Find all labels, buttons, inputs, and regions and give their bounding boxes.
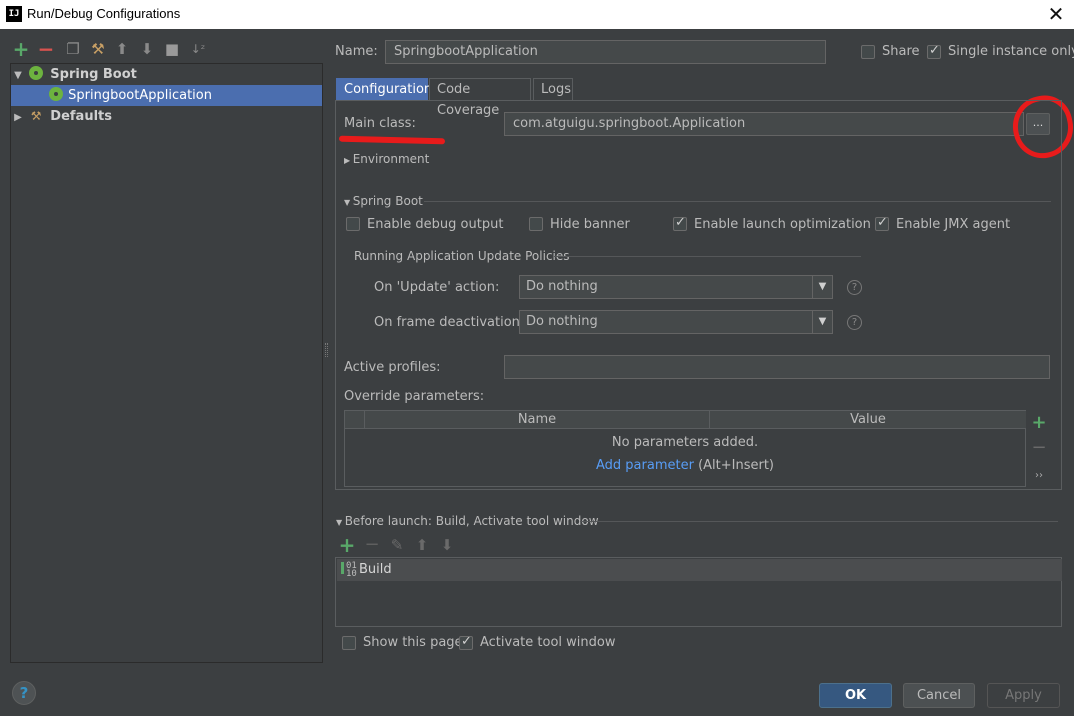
single-instance-checkbox[interactable] (927, 43, 941, 59)
share-label: Share (882, 44, 920, 59)
single-instance-label: Single instance only (948, 44, 1074, 59)
tree-item-defaults[interactable]: ▶ ⚒ Defaults (11, 106, 322, 127)
before-launch-list: 01 10 Build (335, 557, 1062, 627)
intellij-app-icon: IJ (6, 6, 22, 22)
remove-icon[interactable]: − (36, 38, 56, 60)
tree-item-springboot-application[interactable]: SpringbootApplication (11, 85, 322, 106)
show-this-page-checkbox[interactable] (342, 636, 356, 650)
configuration-tree: ▼ Spring Boot SpringbootApplication ▶ ⚒ … (10, 63, 323, 663)
window-title: Run/Debug Configurations (27, 6, 181, 21)
remove-icon[interactable]: − (362, 534, 382, 556)
chevron-down-icon[interactable]: ▼ (11, 65, 25, 86)
tree-item-spring-boot[interactable]: ▼ Spring Boot (11, 64, 322, 85)
edit-icon[interactable]: ✎ (387, 534, 407, 556)
arrow-up-icon[interactable]: ⬆ (412, 534, 432, 556)
configuration-panel (335, 100, 1062, 490)
add-icon[interactable]: + (337, 534, 357, 556)
tree-item-label: SpringbootApplication (68, 88, 212, 103)
spring-boot-icon (29, 66, 44, 80)
tab-code-coverage[interactable]: Code Coverage (429, 78, 531, 118)
sort-icon[interactable]: ↓ᶻ (188, 38, 208, 60)
add-icon[interactable]: + (11, 38, 31, 60)
tab-configuration[interactable]: Configuration (336, 78, 432, 101)
activate-tool-window-checkbox[interactable] (459, 634, 473, 650)
copy-icon[interactable]: ❐ (63, 38, 83, 60)
show-this-page-label: Show this page (363, 635, 463, 650)
arrow-up-icon[interactable]: ⬆ (112, 38, 132, 60)
activate-tool-window-label: Activate tool window (480, 635, 616, 650)
title-bar: IJ Run/Debug Configurations ✕ (0, 0, 1074, 29)
build-label: Build (359, 562, 392, 577)
spring-boot-icon (49, 87, 63, 101)
apply-button[interactable]: Apply (987, 683, 1060, 708)
name-field[interactable]: SpringbootApplication (385, 40, 826, 64)
folder-icon[interactable]: ■ (162, 38, 182, 60)
tree-item-label: Spring Boot (50, 67, 137, 82)
ok-button[interactable]: OK (819, 683, 892, 708)
splitter-handle[interactable] (325, 343, 328, 357)
name-label: Name: (335, 44, 378, 59)
wrench-icon[interactable]: ⚒ (88, 38, 108, 60)
chevron-right-icon[interactable]: ▶ (11, 107, 25, 128)
arrow-down-icon[interactable]: ⬇ (437, 534, 457, 556)
build-icon: 01 10 (341, 562, 357, 579)
before-launch-toggle[interactable]: ▼ Before launch: Build, Activate tool wi… (336, 514, 599, 528)
tree-item-label: Defaults (50, 109, 112, 124)
section-divider (580, 521, 1058, 522)
before-launch-title: Before launch: Build, Activate tool wind… (344, 514, 599, 528)
wrench-icon: ⚒ (30, 109, 42, 123)
arrow-down-icon[interactable]: ⬇ (137, 38, 157, 60)
list-item-build[interactable]: 01 10 Build (337, 559, 1062, 581)
tab-logs[interactable]: Logs (533, 78, 573, 101)
share-checkbox[interactable] (861, 45, 875, 59)
help-button[interactable]: ? (12, 681, 36, 705)
cancel-button[interactable]: Cancel (903, 683, 975, 708)
close-icon[interactable]: ✕ (1046, 2, 1066, 26)
